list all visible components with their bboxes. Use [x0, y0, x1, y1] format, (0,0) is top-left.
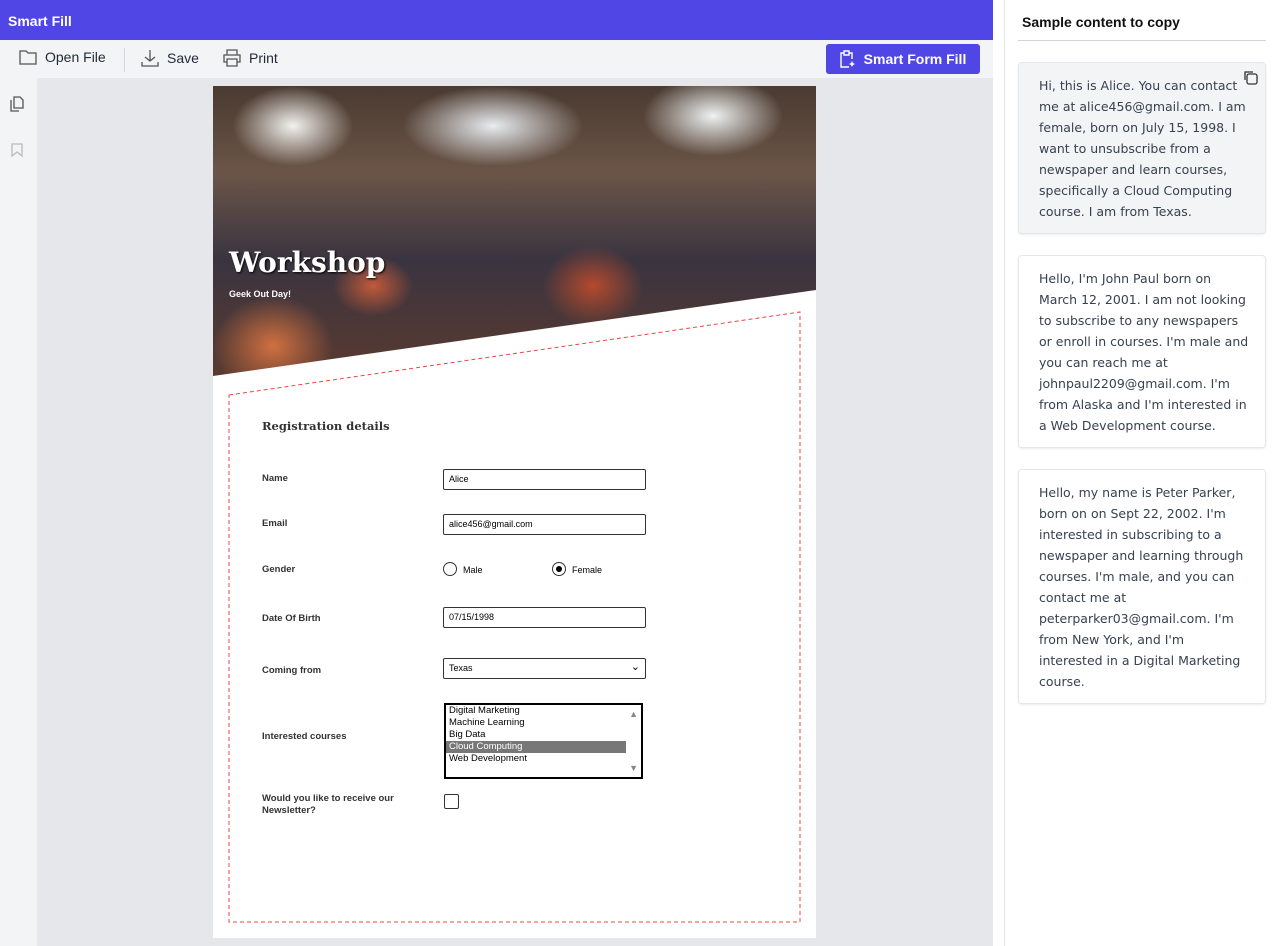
- smart-form-fill-button[interactable]: Smart Form Fill: [826, 44, 980, 74]
- female-radio[interactable]: [552, 562, 566, 576]
- courses-listbox[interactable]: Digital Marketing Machine Learning Big D…: [444, 703, 643, 779]
- smart-form-fill-label: Smart Form Fill: [863, 51, 967, 67]
- print-label: Print: [249, 50, 278, 66]
- course-option[interactable]: Machine Learning: [446, 717, 626, 729]
- sample-card[interactable]: Hello, my name is Peter Parker, born on …: [1018, 469, 1266, 704]
- selected-state: Texas: [449, 663, 473, 673]
- dob-input[interactable]: 07/15/1998: [443, 607, 646, 628]
- sample-text: Hi, this is Alice. You can contact me at…: [1039, 78, 1246, 219]
- print-button[interactable]: Print: [223, 49, 278, 67]
- clipboard-sparkle-icon: [839, 50, 855, 68]
- toolbar: Open File Save Print Smart Form Fill: [0, 40, 993, 78]
- sample-text: Hello, my name is Peter Parker, born on …: [1039, 485, 1244, 689]
- coming-from-label: Coming from: [262, 665, 322, 676]
- open-file-button[interactable]: Open File: [19, 49, 106, 65]
- save-button[interactable]: Save: [141, 49, 199, 67]
- side-nav: [0, 78, 37, 946]
- course-option[interactable]: Web Development: [446, 753, 626, 765]
- folder-icon: [19, 50, 37, 65]
- app-title: Smart Fill: [0, 0, 993, 40]
- name-input[interactable]: Alice: [443, 469, 646, 490]
- dob-label: Date Of Birth: [262, 613, 321, 624]
- courses-label: Interested courses: [262, 731, 347, 742]
- divider: [1018, 40, 1266, 41]
- female-label: Female: [572, 565, 603, 575]
- email-label: Email: [262, 518, 288, 529]
- chevron-down-icon: ⌄: [630, 661, 640, 673]
- course-option[interactable]: Big Data: [446, 729, 626, 741]
- name-label: Name: [262, 473, 288, 484]
- pdf-page: Workshop Geek Out Day! Registration deta…: [213, 86, 816, 938]
- section-title: Registration details: [262, 419, 390, 433]
- open-file-label: Open File: [45, 49, 106, 65]
- sample-panel: Sample content to copy Hi, this is Alice…: [1004, 0, 1276, 946]
- male-radio[interactable]: [443, 562, 457, 576]
- panel-title: Sample content to copy: [1022, 14, 1180, 30]
- course-option-selected[interactable]: Cloud Computing: [446, 741, 626, 753]
- coming-from-select[interactable]: Texas ⌄: [443, 658, 646, 679]
- sample-text: Hello, I'm John Paul born on March 12, 2…: [1039, 271, 1249, 433]
- email-input[interactable]: alice456@gmail.com: [443, 514, 646, 535]
- scroll-up-icon[interactable]: ▲: [629, 709, 638, 719]
- divider: [124, 48, 125, 72]
- printer-icon: [223, 49, 241, 67]
- newsletter-checkbox[interactable]: [444, 794, 459, 809]
- viewer: Smart Fill Open File Save Print Smart Fo…: [0, 0, 993, 946]
- scroll-down-icon[interactable]: ▼: [629, 763, 638, 773]
- male-label: Male: [463, 565, 483, 575]
- bookmark-icon[interactable]: [11, 143, 23, 157]
- download-icon: [141, 50, 159, 67]
- sample-card[interactable]: Hi, this is Alice. You can contact me at…: [1018, 62, 1266, 234]
- radio-dot: [556, 566, 562, 572]
- gender-label: Gender: [262, 564, 296, 575]
- sample-card[interactable]: Hello, I'm John Paul born on March 12, 2…: [1018, 255, 1266, 448]
- copy-icon[interactable]: [1243, 70, 1258, 85]
- newsletter-label: Would you like to receive our Newsletter…: [262, 793, 394, 816]
- save-label: Save: [167, 50, 199, 66]
- pages-icon[interactable]: [10, 96, 24, 112]
- course-option[interactable]: Digital Marketing: [446, 705, 626, 717]
